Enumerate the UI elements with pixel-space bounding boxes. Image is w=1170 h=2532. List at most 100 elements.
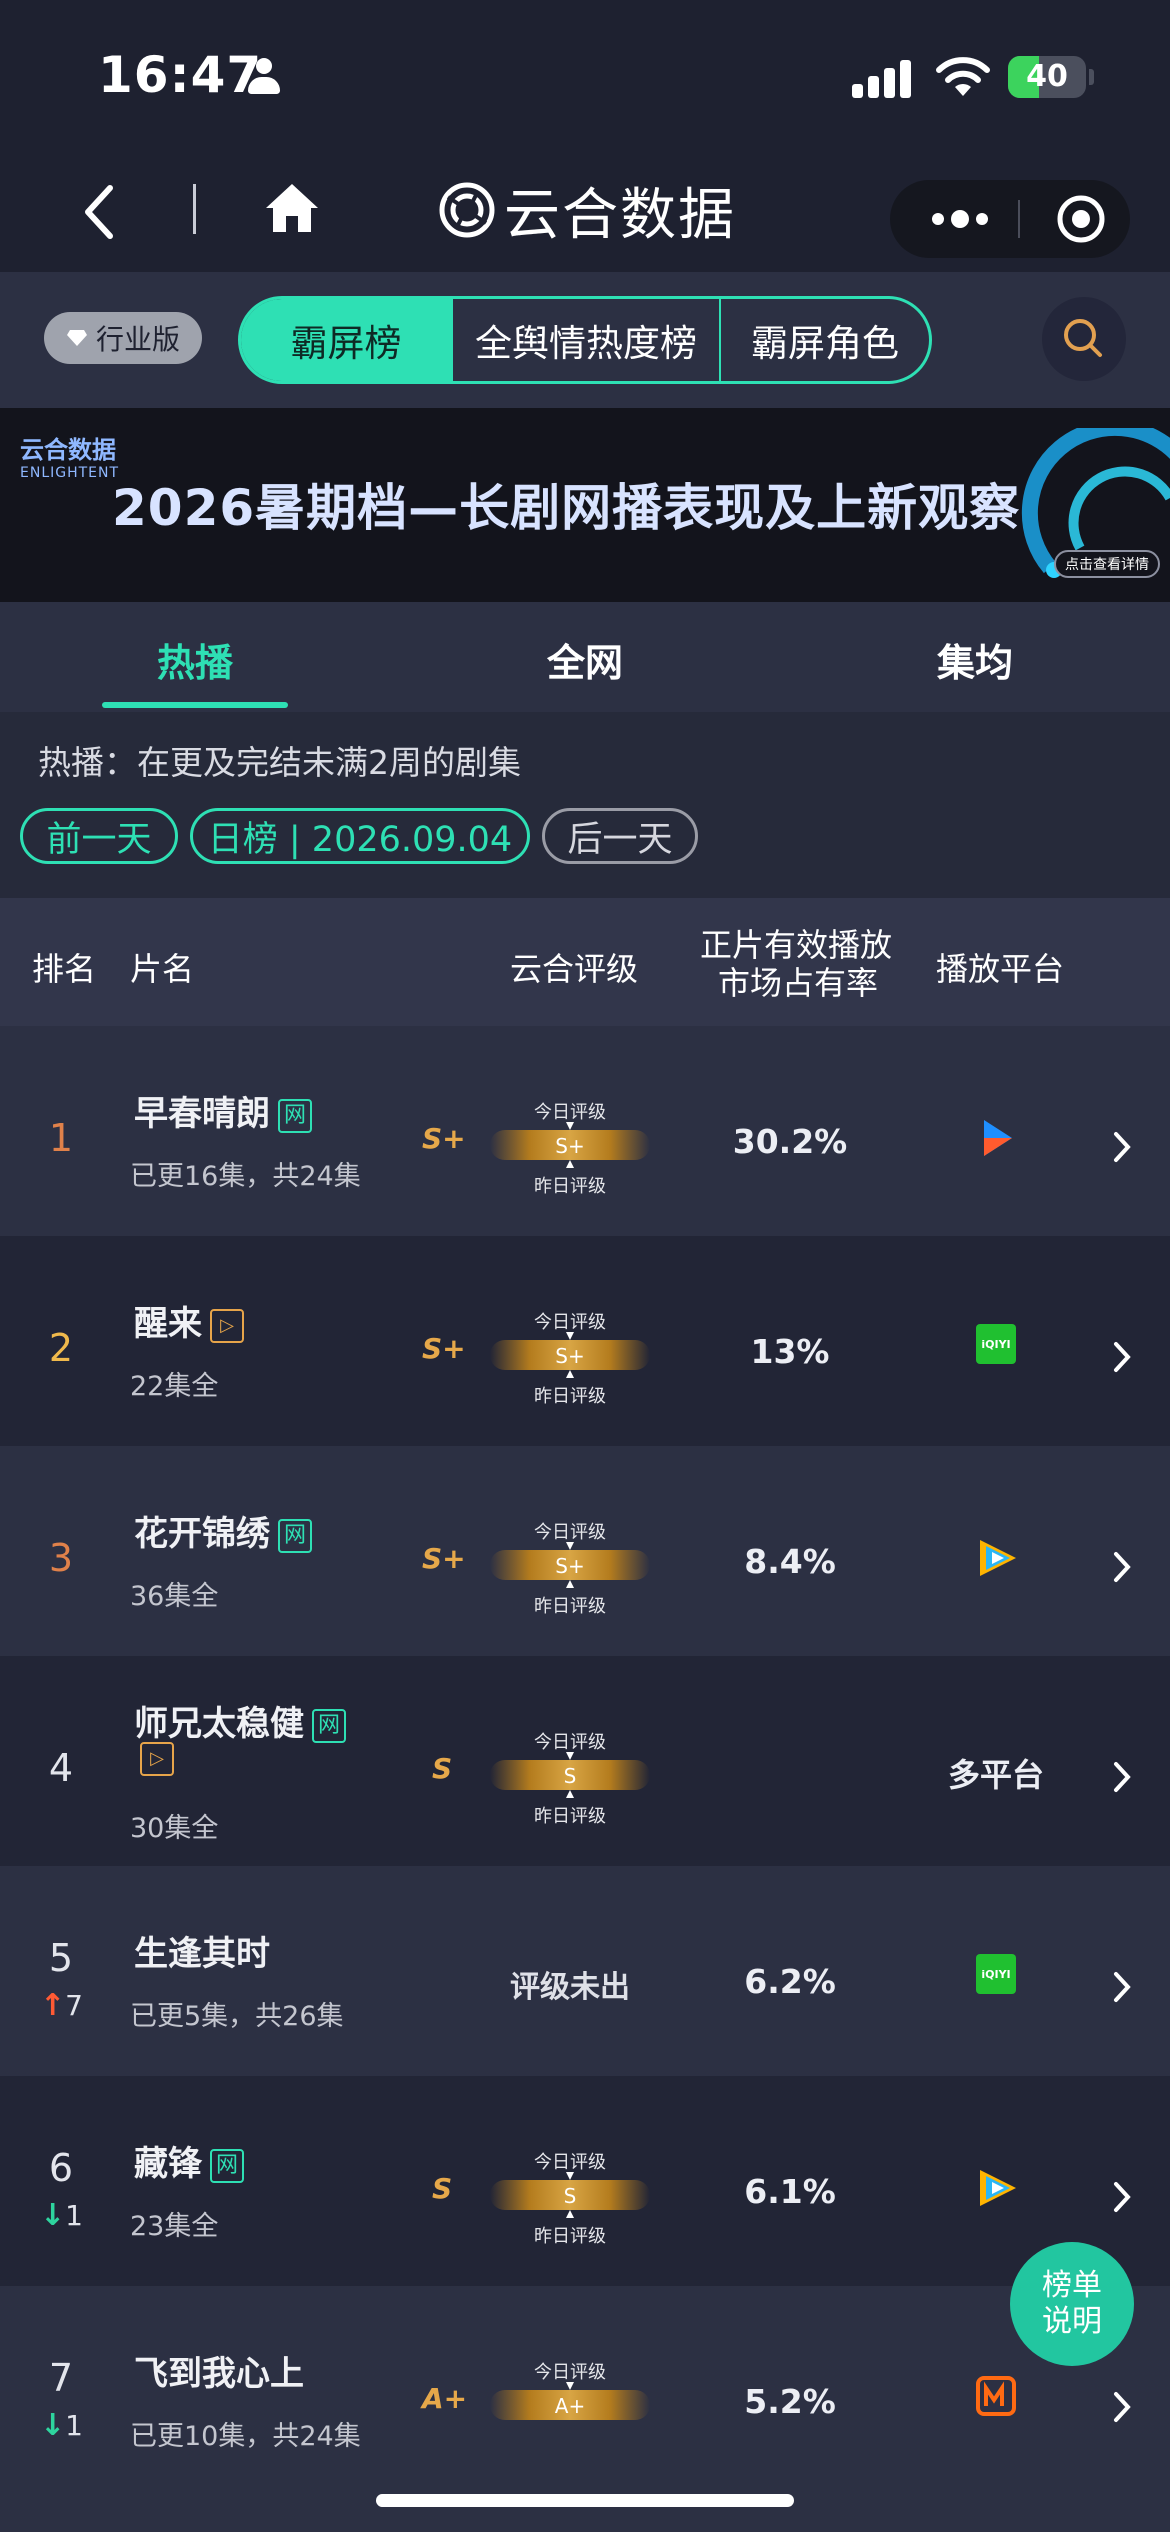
market-share: 6.2%: [744, 1962, 836, 2001]
chevron-right-icon[interactable]: [1112, 2390, 1132, 2424]
rank-number: 2: [48, 1326, 74, 1370]
rating-bar: 今日评级 S+ 昨日评级: [480, 1512, 660, 1617]
platform-multi: 多平台: [947, 1756, 1044, 1794]
rating-tick-top: [566, 2382, 574, 2390]
play-badge-icon: ▷: [140, 1742, 174, 1776]
table-row[interactable]: 5 ↑7 生逢其时 已更5集，共26集 评级未出 6.2% iQIYI: [0, 1866, 1170, 2076]
table-header: 排名 片名 云合评级 正片有效播放 市场占有率 播放平台: [0, 898, 1170, 1026]
ranking-type-bar: 行业版 霸屏榜 全舆情热度榜 霸屏角色: [0, 272, 1170, 408]
drama-title: 花开锦绣网: [134, 1506, 312, 1555]
market-share: 13%: [750, 1332, 830, 1371]
drama-title: 师兄太稳健网: [134, 1696, 346, 1745]
rank-change: ↑7: [40, 1988, 83, 2023]
today-rating-label: 今日评级: [534, 1102, 606, 1123]
status-time: 16:47: [98, 46, 263, 104]
rank-number: 6: [48, 2146, 74, 2190]
search-button[interactable]: [1042, 297, 1126, 381]
current-grade: S+: [422, 1332, 466, 1365]
segment-bapingjuese[interactable]: 霸屏角色: [719, 299, 929, 381]
chevron-right-icon[interactable]: [1112, 1340, 1132, 1374]
edition-label: 行业版: [95, 323, 180, 356]
rating-tick-top: [566, 1542, 574, 1550]
drama-title: 醒来 ▷: [134, 1296, 244, 1345]
capsule-divider: [1018, 200, 1020, 238]
table-row[interactable]: 1 早春晴朗网 已更16集，共24集 S+ 今日评级 S+ 昨日评级 30.2%: [0, 1026, 1170, 1236]
header-rating: 云合评级: [510, 950, 639, 988]
rating-tick-top: [566, 2172, 574, 2180]
table-row[interactable]: 4 师兄太稳健网 ▷ 30集全 S 今日评级 S 昨日评级 多平台: [0, 1656, 1170, 1866]
rank-number: 5: [48, 1936, 74, 1980]
next-day-button[interactable]: 后一天: [542, 808, 698, 864]
iqiyi-logo: iQIYI: [976, 1954, 1016, 1994]
edition-badge[interactable]: 行业版: [44, 312, 202, 364]
banner-logo-cn: 云合数据: [20, 436, 116, 464]
rank-number: 1: [48, 1116, 74, 1160]
person-icon: [248, 58, 280, 98]
chevron-right-icon[interactable]: [1112, 1130, 1132, 1164]
today-rating-label: 今日评级: [534, 1522, 606, 1543]
web-drama-badge: 网: [278, 1098, 312, 1133]
date-picker[interactable]: 日榜 | 2026.09.04: [190, 808, 530, 864]
yesterday-rating-label: 昨日评级: [534, 1806, 606, 1827]
chevron-right-icon[interactable]: [1112, 1970, 1132, 2004]
rating-bar-grade: S: [563, 1764, 577, 1788]
episode-info: 22集全: [130, 1371, 219, 1402]
table-row[interactable]: 6 ↓1 藏锋网 23集全 S 今日评级 S 昨日评级 6.1%: [0, 2076, 1170, 2286]
arrow-down-icon: ↓: [40, 2408, 66, 2443]
home-indicator[interactable]: [376, 2494, 794, 2507]
rating-bar-grade: A+: [554, 2394, 586, 2418]
table-row[interactable]: 2 醒来 ▷ 22集全 S+ 今日评级 S+ 昨日评级 13% iQIYI: [0, 1236, 1170, 1446]
iqiyi-icon: iQIYI: [950, 1954, 1042, 1998]
episode-info: 36集全: [130, 1581, 219, 1612]
tencent-video-icon: [980, 2170, 1016, 2206]
header-title: 片名: [130, 950, 195, 988]
prev-day-button[interactable]: 前一天: [20, 808, 178, 864]
chevron-right-icon[interactable]: [1112, 2180, 1132, 2214]
brand-logo-icon: [439, 182, 495, 238]
tab-quanwang[interactable]: 全网: [390, 632, 780, 687]
rating-tick-top: [566, 1122, 574, 1130]
miniprogram-capsule: [890, 180, 1130, 258]
yesterday-rating-label: 昨日评级: [534, 1386, 606, 1407]
more-icon[interactable]: [928, 204, 992, 234]
yesterday-rating-label: 昨日评级: [534, 1596, 606, 1617]
close-miniprogram-icon[interactable]: [1056, 194, 1106, 244]
rating-bar: 今日评级 S 昨日评级: [480, 1722, 660, 1827]
tab-rebo[interactable]: 热播: [0, 632, 390, 687]
arrow-up-icon: ↑: [40, 1988, 66, 2023]
youku-icon: [984, 1120, 1012, 1156]
back-arrow-icon[interactable]: [80, 182, 120, 242]
rating-tick-bottom: [566, 1580, 574, 1588]
drama-title: 飞到我心上: [134, 2354, 304, 2394]
today-rating-label: 今日评级: [534, 1312, 606, 1333]
web-drama-badge: 网: [210, 2148, 244, 2183]
market-share: 8.4%: [744, 1542, 836, 1581]
chevron-right-icon[interactable]: [1112, 1550, 1132, 1584]
rating-bar: 今日评级 S 昨日评级: [480, 2142, 660, 2247]
chevron-right-icon[interactable]: [1112, 1760, 1132, 1794]
home-icon[interactable]: [262, 178, 322, 238]
ranking-explanation-button[interactable]: 榜单 说明: [1010, 2242, 1134, 2366]
category-description: 热播：在更及完结未满2周的剧集: [38, 743, 521, 782]
drama-title-text: 早春晴朗: [134, 1094, 270, 1134]
wifi-icon: [936, 57, 990, 96]
drama-title: 藏锋网: [134, 2136, 244, 2185]
rating-tick-bottom: [566, 1160, 574, 1168]
header-platform: 播放平台: [936, 950, 1065, 988]
rating-bar: 今日评级 S+ 昨日评级: [480, 1302, 660, 1407]
promo-banner[interactable]: 云合数据 ENLIGHTENT 2026暑期档—长剧网播表现及上新观察 点击查看…: [0, 408, 1170, 602]
segment-bapingbang[interactable]: 霸屏榜: [241, 299, 451, 381]
tab-jijun[interactable]: 集均: [780, 632, 1170, 687]
rating-tick-top: [566, 1332, 574, 1340]
rank-number: 4: [48, 1746, 74, 1790]
battery-percent: 40: [1026, 59, 1068, 94]
rating-bar: 今日评级 A+: [480, 2352, 660, 2452]
arrow-down-icon: ↓: [40, 2198, 66, 2233]
search-icon: [1064, 319, 1102, 357]
segment-quanyuqing[interactable]: 全舆情热度榜: [451, 299, 719, 381]
rating-bar-grade: S+: [555, 1554, 585, 1578]
drama-title-text: 藏锋: [134, 2144, 202, 2184]
table-row[interactable]: 3 花开锦绣网 36集全 S+ 今日评级 S+ 昨日评级 8.4%: [0, 1446, 1170, 1656]
banner-cta-button[interactable]: 点击查看详情: [1054, 550, 1160, 578]
market-share: 30.2%: [732, 1122, 848, 1161]
